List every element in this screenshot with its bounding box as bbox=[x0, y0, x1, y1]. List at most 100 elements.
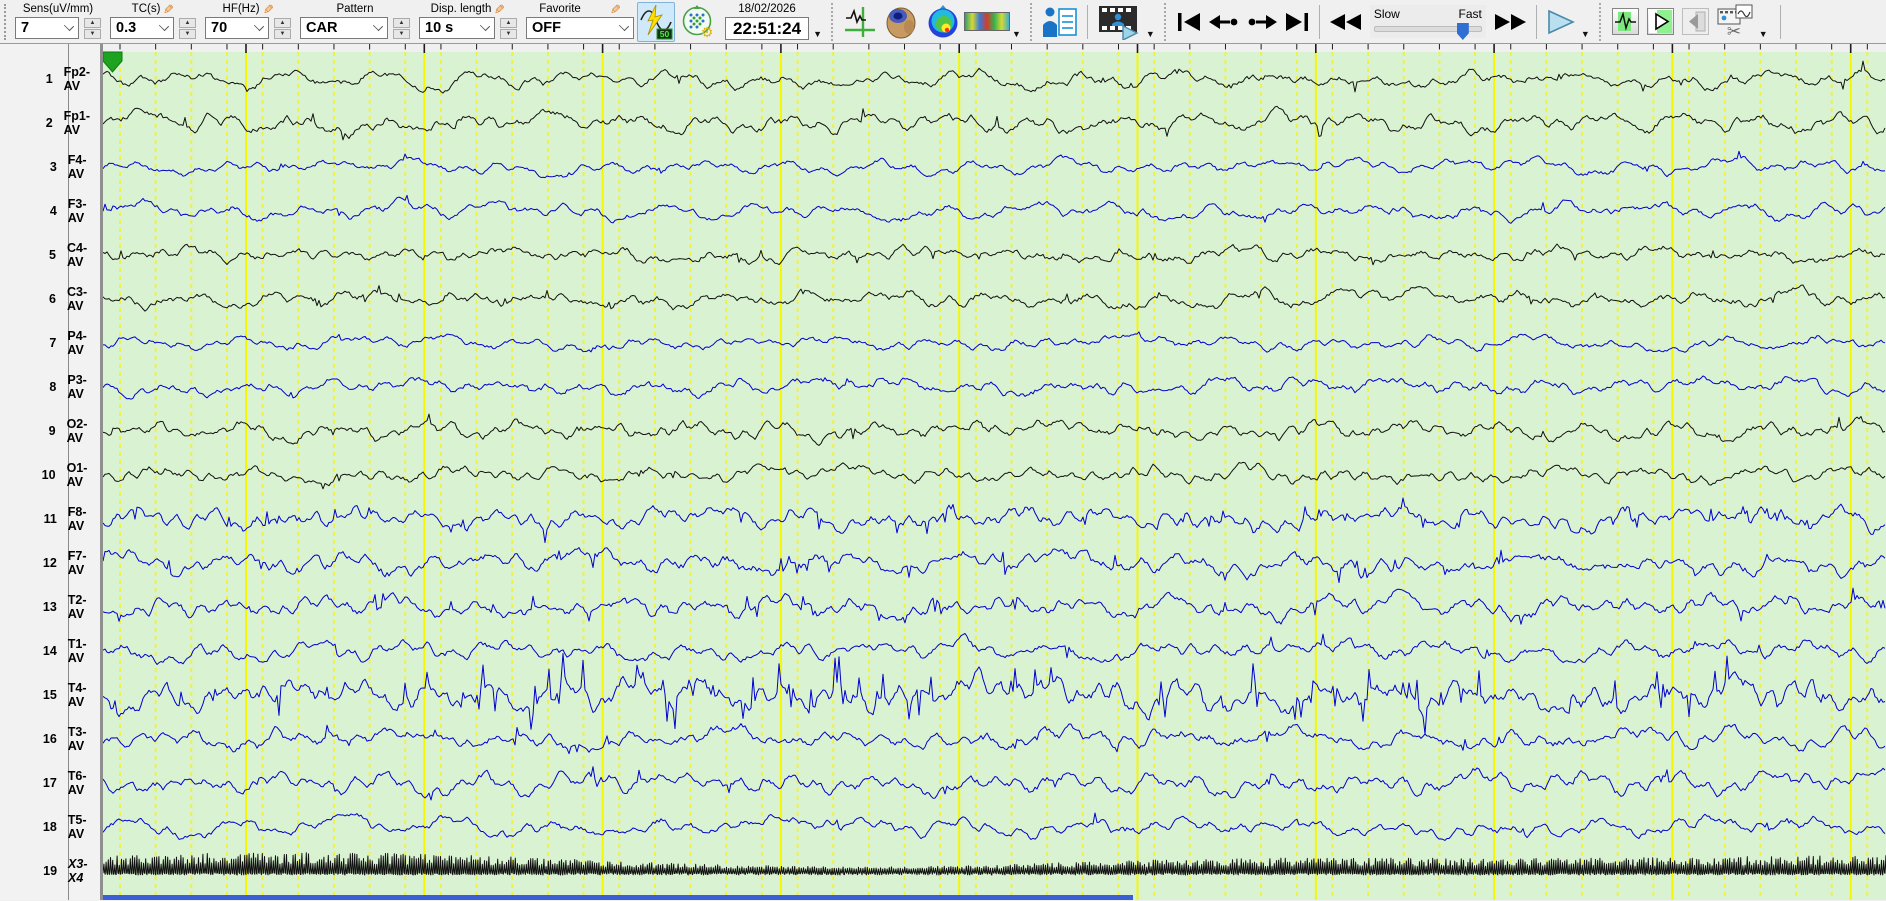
channel-row-F7-AV[interactable]: 12 F7-AV bbox=[0, 549, 100, 577]
cut-dropdown-caret[interactable]: ▼ bbox=[1759, 29, 1768, 39]
waveform-area[interactable] bbox=[103, 44, 1886, 900]
channel-number: 4 bbox=[49, 204, 57, 218]
channel-row-O2-AV[interactable]: 9 O2-AV bbox=[0, 417, 100, 445]
channel-label: T1-AV bbox=[67, 637, 87, 665]
time-dropdown-caret[interactable]: ▼ bbox=[813, 29, 822, 39]
channel-row-Fp1-AV[interactable]: 2 Fp1-AV bbox=[0, 109, 100, 137]
review-monitor-button[interactable] bbox=[1611, 8, 1639, 35]
channel-label: C3-AV bbox=[66, 285, 88, 313]
toolbar-grip[interactable] bbox=[4, 3, 12, 40]
channel-label: T4-AV bbox=[67, 681, 87, 709]
pattern-spin-up[interactable]: ▲ bbox=[393, 17, 410, 28]
favorite-select[interactable]: OFF bbox=[526, 17, 634, 39]
pencil-icon[interactable]: ✎ bbox=[163, 2, 174, 17]
channel-label: F7-AV bbox=[67, 549, 87, 577]
pattern-spin-down[interactable]: ▼ bbox=[393, 28, 410, 39]
channel-number: 3 bbox=[49, 160, 57, 174]
sens-spin-up[interactable]: ▲ bbox=[84, 17, 101, 28]
speed-slider-track[interactable] bbox=[1373, 23, 1482, 40]
separator bbox=[1598, 2, 1601, 41]
display-length-spin-down[interactable]: ▼ bbox=[500, 28, 517, 39]
channel-row-T3-AV[interactable]: 16 T3-AV bbox=[0, 725, 100, 753]
pencil-icon[interactable]: ✎ bbox=[610, 2, 621, 17]
eeg-waveform-canvas[interactable] bbox=[103, 44, 1886, 900]
tc-spin-up[interactable]: ▲ bbox=[179, 17, 196, 28]
hf-spin-up[interactable]: ▲ bbox=[274, 17, 291, 28]
channel-row-T4-AV[interactable]: 15 T4-AV bbox=[0, 681, 100, 709]
skip-to-end-icon bbox=[1285, 12, 1308, 31]
display-length-select[interactable]: 10 s bbox=[419, 17, 495, 39]
montage-settings-button[interactable]: ⚙ bbox=[680, 3, 716, 41]
channel-row-T6-AV[interactable]: 17 T6-AV bbox=[0, 769, 100, 797]
channel-label: P3-AV bbox=[67, 373, 87, 401]
datetime-block: 18/02/2026 22:51:24 bbox=[725, 1, 810, 42]
pattern-select[interactable]: CAR bbox=[300, 17, 388, 39]
hf-label: HF(Hz) bbox=[222, 3, 260, 15]
start-review-button[interactable] bbox=[1646, 8, 1674, 35]
channel-row-X3-X4[interactable]: 19 X3-X4 bbox=[0, 857, 100, 885]
sens-select[interactable]: 7 bbox=[15, 17, 79, 39]
favorite-label: Favorite bbox=[539, 3, 581, 15]
hf-spin-down[interactable]: ▼ bbox=[274, 28, 291, 39]
tc-select[interactable]: 0.3 bbox=[110, 17, 174, 39]
notch-filter-button[interactable]: 50 bbox=[637, 1, 675, 42]
channel-row-T1-AV[interactable]: 14 T1-AV bbox=[0, 637, 100, 665]
channel-row-C3-AV[interactable]: 6 C3-AV bbox=[0, 285, 100, 313]
hf-select[interactable]: 70 bbox=[205, 17, 269, 39]
speed-slider-thumb[interactable] bbox=[1456, 23, 1469, 40]
channel-row-P3-AV[interactable]: 8 P3-AV bbox=[0, 373, 100, 401]
tc-spin-down[interactable]: ▼ bbox=[179, 28, 196, 39]
pencil-icon[interactable]: ✎ bbox=[263, 2, 274, 17]
go-to-end-button[interactable] bbox=[1284, 3, 1310, 41]
display-length-spin-up[interactable]: ▲ bbox=[500, 17, 517, 28]
topo-map-button[interactable] bbox=[925, 3, 961, 41]
channel-number: 15 bbox=[42, 688, 57, 702]
play-dropdown-caret[interactable]: ▼ bbox=[1581, 29, 1590, 39]
video-playback-button[interactable] bbox=[1097, 3, 1141, 41]
play-button[interactable] bbox=[1546, 3, 1576, 41]
tc-combo-group: TC(s) ✎ 0.3 ▲ ▼ bbox=[110, 1, 196, 42]
sens-label: Sens(uV/mm) bbox=[22, 3, 94, 15]
channel-label: T5-AV bbox=[67, 813, 87, 841]
head-3d-map-button[interactable] bbox=[883, 3, 919, 41]
speed-slider[interactable]: Slow Fast bbox=[1369, 5, 1486, 40]
sens-combo-group: Sens(uV/mm) 7 ▲ ▼ bbox=[15, 1, 101, 42]
channel-number: 6 bbox=[49, 292, 56, 306]
channel-number: 10 bbox=[41, 468, 56, 482]
video-film-icon bbox=[1098, 5, 1139, 40]
channel-number: 12 bbox=[42, 556, 57, 570]
rewind-icon bbox=[1329, 13, 1361, 30]
channel-row-Fp2-AV[interactable]: 1 Fp2-AV bbox=[0, 65, 100, 93]
channel-row-P4-AV[interactable]: 7 P4-AV bbox=[0, 329, 100, 357]
go-to-start-button[interactable] bbox=[1176, 3, 1202, 41]
step-forward-button[interactable] bbox=[1246, 3, 1278, 41]
channel-number: 11 bbox=[43, 512, 57, 526]
channel-row-F3-AV[interactable]: 4 F3-AV bbox=[0, 197, 100, 225]
channel-row-F4-AV[interactable]: 3 F4-AV bbox=[0, 153, 100, 181]
sens-spin-down[interactable]: ▼ bbox=[84, 28, 101, 39]
channel-row-T5-AV[interactable]: 18 T5-AV bbox=[0, 813, 100, 841]
separator bbox=[830, 2, 833, 41]
channel-row-C4-AV[interactable]: 5 C4-AV bbox=[0, 241, 100, 269]
pencil-icon[interactable]: ✎ bbox=[494, 2, 505, 17]
video-dropdown-caret[interactable]: ▼ bbox=[1146, 29, 1155, 39]
separator bbox=[1318, 4, 1320, 39]
step-back-button[interactable] bbox=[1208, 3, 1240, 41]
previous-page-button[interactable] bbox=[1681, 8, 1709, 35]
channel-row-T2-AV[interactable]: 13 T2-AV bbox=[0, 593, 100, 621]
hf-combo-group: HF(Hz) ✎ 70 ▲ ▼ bbox=[205, 1, 291, 42]
channel-label: F3-AV bbox=[67, 197, 87, 225]
main-toolbar: Sens(uV/mm) 7 ▲ ▼ TC(s) ✎ 0.3 ▲ ▼ HF(Hz) bbox=[0, 0, 1886, 44]
waveform-view-button[interactable] bbox=[843, 3, 877, 41]
favorite-combo-group: Favorite ✎ OFF bbox=[526, 1, 634, 42]
dsa-dropdown-caret[interactable]: ▼ bbox=[1012, 29, 1021, 39]
channel-row-F8-AV[interactable]: 11 F8-AV bbox=[0, 505, 100, 533]
dsa-trend-button[interactable] bbox=[963, 12, 1010, 31]
video-clip-cut-button[interactable]: ✂ bbox=[1716, 3, 1754, 41]
record-time[interactable]: 22:51:24 bbox=[725, 17, 810, 40]
fast-forward-button[interactable] bbox=[1493, 3, 1527, 41]
patient-info-button[interactable] bbox=[1042, 3, 1078, 41]
rewind-button[interactable] bbox=[1329, 3, 1363, 41]
channel-row-O1-AV[interactable]: 10 O1-AV bbox=[0, 461, 100, 489]
pattern-label: Pattern bbox=[336, 3, 374, 15]
